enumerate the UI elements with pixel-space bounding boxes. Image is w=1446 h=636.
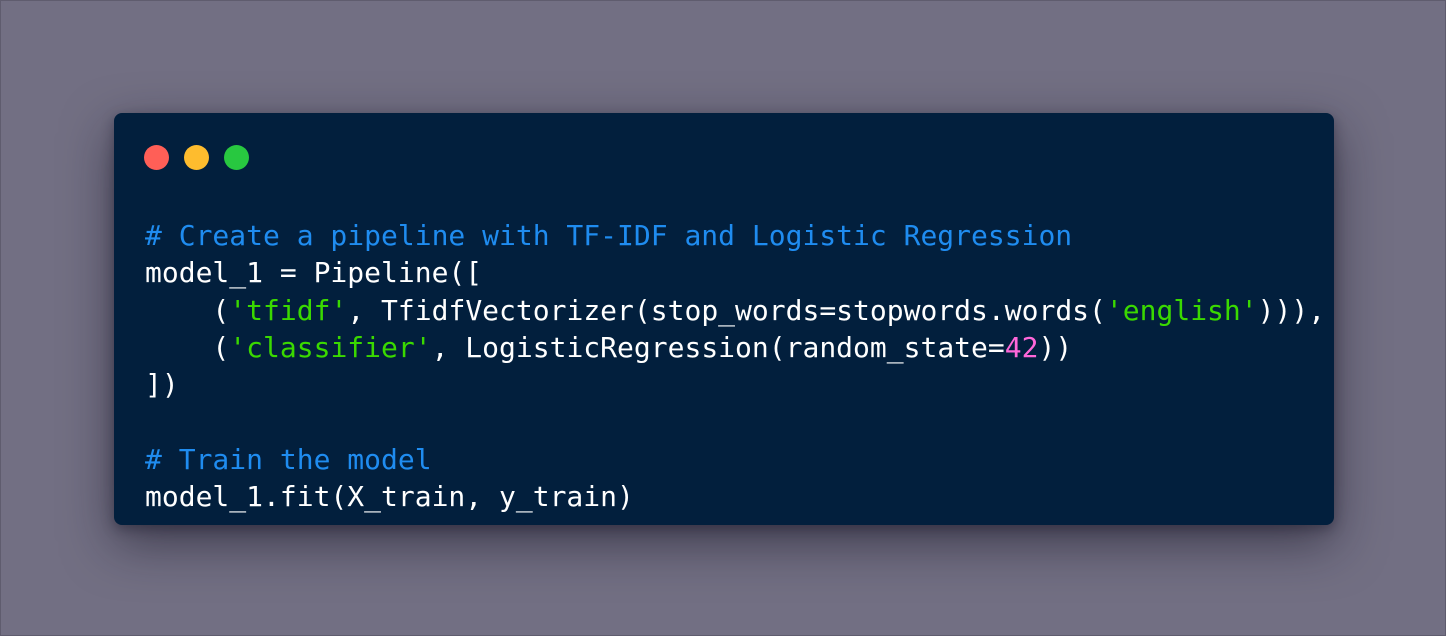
code-token-default: model_1.fit(X_train, y_train) <box>145 480 634 514</box>
maximize-dot-icon[interactable] <box>224 145 249 170</box>
code-line: # Train the model <box>145 441 1325 478</box>
code-token-comment: # Train the model <box>145 442 432 476</box>
code-window: # Create a pipeline with TF-IDF and Logi… <box>114 113 1334 525</box>
code-token-default: )) <box>1038 330 1073 364</box>
window-controls <box>144 145 249 170</box>
page-background: # Create a pipeline with TF-IDF and Logi… <box>0 0 1446 636</box>
code-token-number: 42 <box>1004 330 1039 364</box>
code-token-string: 'classifier' <box>229 330 432 364</box>
code-token-default: , TfidfVectorizer(stop_words=stopwords.w… <box>347 293 1106 327</box>
code-token-default: ))), <box>1257 293 1326 327</box>
code-token-default: ]) <box>145 368 179 402</box>
code-line: ]) <box>145 366 1325 403</box>
code-block: # Create a pipeline with TF-IDF and Logi… <box>145 217 1325 515</box>
code-line: model_1 = Pipeline([ <box>145 254 1325 291</box>
code-token-string: 'english' <box>1105 293 1258 327</box>
code-line: ('classifier', LogisticRegression(random… <box>145 329 1325 366</box>
minimize-dot-icon[interactable] <box>184 145 209 170</box>
close-dot-icon[interactable] <box>144 145 169 170</box>
code-token-default: , LogisticRegression(random_state= <box>431 330 1005 364</box>
code-token-string: 'tfidf' <box>229 293 348 327</box>
code-line: ('tfidf', TfidfVectorizer(stop_words=sto… <box>145 292 1325 329</box>
code-token-comment: # Create a pipeline with TF-IDF and Logi… <box>145 219 1073 252</box>
code-token-default: model_1 = Pipeline([ <box>145 256 483 290</box>
code-token-default: ( <box>145 330 230 364</box>
code-line: model_1.fit(X_train, y_train) <box>145 478 1325 515</box>
code-line: # Create a pipeline with TF-IDF and Logi… <box>145 217 1325 254</box>
code-token-default: ( <box>145 293 230 327</box>
